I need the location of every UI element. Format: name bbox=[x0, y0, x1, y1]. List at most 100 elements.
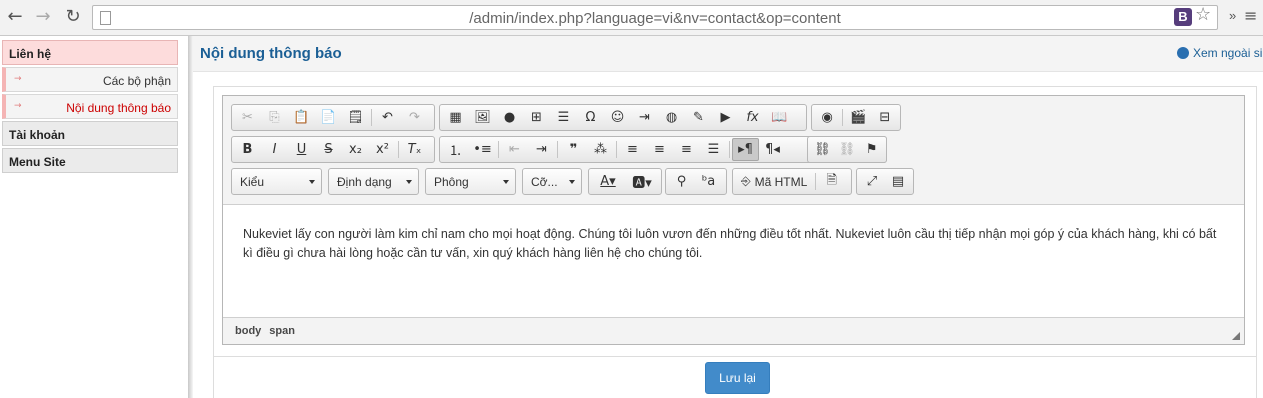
view-site-link[interactable]: Xem ngoài si bbox=[1177, 46, 1262, 60]
table-icon[interactable]: ⊞ bbox=[523, 106, 550, 129]
smiley-icon[interactable]: ☺ bbox=[604, 106, 631, 129]
subscript-icon[interactable]: x₂ bbox=[342, 138, 369, 161]
resize-handle-icon[interactable] bbox=[1232, 332, 1240, 340]
select-all-icon[interactable]: ▦ bbox=[442, 106, 469, 129]
background-color-icon[interactable]: 🅰▾ bbox=[625, 170, 659, 193]
font-dropdown-label: Phông bbox=[434, 175, 469, 189]
separator bbox=[557, 141, 558, 158]
text-direction-rtl-icon[interactable]: ¶◂ bbox=[759, 138, 786, 161]
undo-icon[interactable]: ↶ bbox=[374, 106, 401, 129]
arrow-icon: → bbox=[14, 101, 22, 111]
search-icon[interactable]: ⚲ bbox=[668, 170, 695, 193]
strikethrough-icon[interactable]: S bbox=[315, 138, 342, 161]
text-color-icon[interactable]: A▾ bbox=[591, 170, 625, 193]
size-dropdown[interactable]: Cỡ... bbox=[522, 168, 582, 195]
separator bbox=[398, 141, 399, 158]
chevron-down-icon bbox=[309, 180, 315, 184]
special-char-icon[interactable]: Ω bbox=[577, 106, 604, 129]
formula-icon[interactable]: fx bbox=[739, 106, 766, 129]
page-title: Nội dung thông báo bbox=[200, 45, 342, 62]
redo-icon[interactable]: ↷ bbox=[401, 106, 428, 129]
style-dropdown[interactable]: Kiểu bbox=[231, 168, 322, 195]
sidebar-item-departments[interactable]: → Các bộ phận bbox=[2, 67, 178, 92]
superscript-icon[interactable]: x² bbox=[369, 138, 396, 161]
chevron-down-icon bbox=[569, 180, 575, 184]
document-group: ⎆ Mã HTML 🗎 bbox=[732, 168, 852, 195]
youtube-icon[interactable]: ▶ bbox=[712, 106, 739, 129]
path-item-span[interactable]: span bbox=[269, 325, 295, 337]
align-center-icon[interactable]: ≡ bbox=[646, 138, 673, 161]
sidebar-group-contact[interactable]: Liên hệ bbox=[2, 40, 178, 65]
path-item-body[interactable]: body bbox=[235, 325, 261, 337]
back-icon[interactable]: ← bbox=[4, 6, 26, 28]
minus-box-icon[interactable]: ⊟ bbox=[872, 106, 898, 129]
clipboard-group: ✂ ⎘ 📋 📄 🗒 ↶ ↷ bbox=[231, 104, 435, 131]
source-button[interactable]: ⎆ Mã HTML bbox=[735, 170, 813, 193]
forward-icon[interactable]: → bbox=[32, 6, 54, 28]
address-bar[interactable]: /admin/index.php?language=vi&nv=contact&… bbox=[92, 5, 1218, 30]
iframe-icon[interactable]: ◍ bbox=[658, 106, 685, 129]
media-group: ◉ 🎬 ⊟ bbox=[811, 104, 901, 131]
horizontal-rule-icon[interactable]: ☰ bbox=[550, 106, 577, 129]
book-icon[interactable]: 📖 bbox=[766, 106, 793, 129]
justify-icon[interactable]: ☰ bbox=[700, 138, 727, 161]
flash-icon[interactable]: ● bbox=[496, 106, 523, 129]
sidebar-item-notice-content[interactable]: → Nội dung thông báo bbox=[2, 94, 178, 119]
editor-text: Nukeviet lấy con người làm kim chỉ nam c… bbox=[243, 227, 1217, 260]
earth-icon[interactable]: ◉ bbox=[814, 106, 840, 129]
editor-content-area[interactable]: Nukeviet lấy con người làm kim chỉ nam c… bbox=[223, 204, 1244, 318]
anchor-flag-icon[interactable]: ⚑ bbox=[859, 138, 884, 161]
align-left-icon[interactable]: ≡ bbox=[619, 138, 646, 161]
view-site-label: Xem ngoài si bbox=[1193, 46, 1263, 60]
text-direction-ltr-icon[interactable]: ▸¶ bbox=[732, 138, 759, 161]
paste-icon[interactable]: 📋 bbox=[288, 106, 315, 129]
reload-icon[interactable]: ↻ bbox=[62, 6, 84, 28]
replace-icon[interactable]: ᵇa bbox=[695, 170, 722, 193]
numbered-list-icon[interactable]: ⒈ bbox=[442, 138, 469, 161]
paste-word-icon[interactable]: 🗒 bbox=[342, 106, 369, 129]
sidebar: Liên hệ → Các bộ phận → Nội dung thông b… bbox=[0, 36, 188, 398]
browser-menu-icon[interactable]: ≡ bbox=[1244, 6, 1263, 28]
indent-icon[interactable]: ⇥ bbox=[528, 138, 555, 161]
align-right-icon[interactable]: ≡ bbox=[673, 138, 700, 161]
format-dropdown[interactable]: Định dạng bbox=[328, 168, 419, 195]
link-icon[interactable]: ⛓ bbox=[810, 138, 835, 161]
sidebar-group-account[interactable]: Tài khoản bbox=[2, 121, 178, 146]
remove-format-icon[interactable]: Tₓ bbox=[401, 138, 428, 161]
main-content: Nội dung thông báo Xem ngoài si ✂ ⎘ 📋 📄 … bbox=[193, 36, 1263, 398]
font-dropdown[interactable]: Phông bbox=[425, 168, 516, 195]
save-button[interactable]: Lưu lại bbox=[705, 362, 770, 394]
maximize-icon[interactable]: ⤢ bbox=[859, 170, 885, 193]
cut-icon[interactable]: ✂ bbox=[234, 106, 261, 129]
paste-text-icon[interactable]: 📄 bbox=[315, 106, 342, 129]
blockquote-icon[interactable]: ❞ bbox=[560, 138, 587, 161]
bootstrap-extension-icon[interactable]: B bbox=[1174, 8, 1192, 26]
separator bbox=[616, 141, 617, 158]
new-page-icon[interactable]: 🗎 bbox=[818, 170, 845, 193]
copy-icon[interactable]: ⎘ bbox=[261, 106, 288, 129]
image-icon[interactable]: 🖼 bbox=[469, 106, 496, 129]
italic-icon[interactable]: I bbox=[261, 138, 288, 161]
source-icon: ⎆ bbox=[741, 174, 751, 188]
find-group: ⚲ ᵇa bbox=[665, 168, 727, 195]
sidebar-item-label: Các bộ phận bbox=[102, 74, 171, 88]
div-container-icon[interactable]: ⁂ bbox=[587, 138, 614, 161]
arrow-icon: → bbox=[14, 74, 22, 84]
show-blocks-icon[interactable]: ▤ bbox=[885, 170, 911, 193]
templates-icon[interactable]: ✎ bbox=[685, 106, 712, 129]
more-extensions-button[interactable]: » bbox=[1229, 8, 1236, 23]
bookmark-star-icon[interactable]: ☆ bbox=[1195, 4, 1211, 25]
outdent-icon[interactable]: ⇤ bbox=[501, 138, 528, 161]
source-label: Mã HTML bbox=[754, 174, 808, 189]
chevron-down-icon bbox=[406, 180, 412, 184]
video-icon[interactable]: 🎬 bbox=[845, 106, 871, 129]
sidebar-group-menu-site[interactable]: Menu Site bbox=[2, 148, 178, 173]
bulleted-list-icon[interactable]: •≡ bbox=[469, 138, 496, 161]
rich-text-editor: ✂ ⎘ 📋 📄 🗒 ↶ ↷ ▦ 🖼 ● ⊞ ☰ Ω ☺ ⇥ ◍ ✎ ▶ fx 📖… bbox=[222, 95, 1245, 345]
unlink-icon[interactable]: ⛓ bbox=[835, 138, 860, 161]
page-break-icon[interactable]: ⇥ bbox=[631, 106, 658, 129]
bold-icon[interactable]: B bbox=[234, 138, 261, 161]
colors-group: A▾ 🅰▾ bbox=[588, 168, 662, 195]
underline-icon[interactable]: U bbox=[288, 138, 315, 161]
sidebar-group-label: Liên hệ bbox=[9, 47, 52, 61]
